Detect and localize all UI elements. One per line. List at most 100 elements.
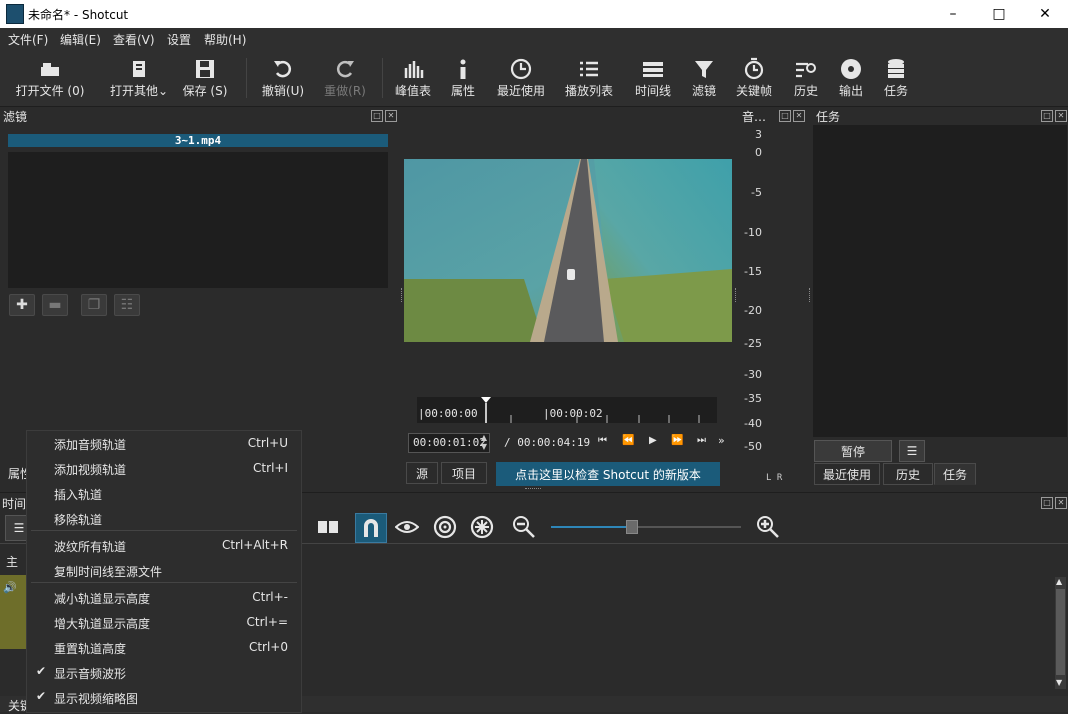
close-icon[interactable]: ✕: [1055, 497, 1067, 509]
stopwatch-icon: [734, 56, 774, 82]
checkmark-icon: ✔: [36, 664, 47, 678]
menu-settings[interactable]: 设置: [167, 31, 191, 48]
pause-jobs-button[interactable]: 暂停: [814, 440, 892, 462]
playlist-button[interactable]: 播放列表: [562, 56, 616, 99]
context-menu-item[interactable]: 增大轨道显示高度 Ctrl+=: [27, 610, 301, 635]
menu-file[interactable]: 文件(F): [8, 31, 48, 48]
ripple-all-toggle[interactable]: [469, 515, 495, 539]
context-menu-item[interactable]: ✔ 显示视频缩略图: [27, 685, 301, 710]
float-icon[interactable]: □: [1041, 497, 1053, 509]
meter-scale-label: -50: [744, 440, 762, 453]
keyframes-button[interactable]: 关键帧: [734, 56, 774, 99]
scroll-down-icon[interactable]: ▼: [1056, 678, 1062, 687]
folder-open-icon: [8, 56, 92, 82]
jobs-menu-icon[interactable]: ☰: [899, 440, 925, 462]
maximize-button[interactable]: □: [976, 0, 1022, 28]
update-notice-button[interactable]: 点击这里以检查 Shotcut 的新版本: [496, 462, 720, 486]
scrollbar-thumb[interactable]: [1056, 589, 1065, 675]
context-menu-item[interactable]: 添加音频轨道 Ctrl+U: [27, 431, 301, 456]
context-menu-shortcut: Ctrl+-: [252, 590, 288, 604]
open-other-button[interactable]: 打开其他⌄: [108, 56, 170, 99]
export-button[interactable]: 输出: [834, 56, 868, 99]
skip-to-start-icon[interactable]: ⏮: [598, 435, 607, 446]
redo-button[interactable]: 重做(R): [320, 56, 370, 99]
audio-track-header[interactable]: 🔊: [0, 575, 26, 649]
timeline-tracks-area[interactable]: [300, 545, 1054, 695]
zoom-out-button[interactable]: [511, 515, 537, 539]
add-filter-button[interactable]: ✚: [9, 294, 35, 316]
skip-to-end-icon[interactable]: ⏭: [697, 435, 706, 446]
zoom-slider-thumb[interactable]: [625, 520, 638, 534]
history-button[interactable]: 历史: [790, 56, 822, 99]
funnel-icon: [688, 56, 720, 82]
close-icon[interactable]: ✕: [1055, 110, 1067, 122]
filters-button[interactable]: 滤镜: [688, 56, 720, 99]
context-menu-item-label: 重置轨道高度: [54, 642, 127, 656]
more-controls-icon[interactable]: »: [718, 434, 725, 447]
context-menu-item-label: 波纹所有轨道: [54, 540, 127, 554]
close-icon[interactable]: ✕: [793, 110, 805, 122]
window-title: 未命名* - Shotcut: [28, 8, 129, 22]
jobs-list[interactable]: [813, 125, 1067, 437]
history-icon: [790, 56, 822, 82]
context-menu-item[interactable]: 添加视频轨道 Ctrl+I: [27, 456, 301, 481]
tab-recent[interactable]: 最近使用: [814, 463, 880, 485]
open-file-button[interactable]: 打开文件 (0): [8, 56, 92, 99]
splitter-handle[interactable]: [525, 488, 541, 491]
properties-button[interactable]: 属性: [446, 56, 480, 99]
ripple-toggle[interactable]: [432, 515, 458, 539]
tab-jobs[interactable]: 任务: [934, 463, 976, 485]
context-menu-item[interactable]: 重置轨道高度 Ctrl+0: [27, 635, 301, 660]
playhead-marker[interactable]: [481, 397, 491, 423]
close-button[interactable]: ✕: [1022, 0, 1068, 28]
peak-meter-icon: [390, 56, 436, 82]
context-menu-item[interactable]: 复制时间线至源文件: [27, 558, 301, 583]
paste-filter-button[interactable]: ☷: [114, 294, 140, 316]
context-menu-item[interactable]: 移除轨道: [27, 506, 301, 531]
zoom-slider[interactable]: [551, 520, 741, 534]
close-icon[interactable]: ✕: [385, 110, 397, 122]
chevron-down-icon: ⌄: [157, 84, 169, 98]
zoom-in-button[interactable]: [755, 515, 781, 539]
copy-filter-button[interactable]: ❐: [81, 294, 107, 316]
fast-forward-icon[interactable]: ⏩: [671, 435, 683, 446]
float-icon[interactable]: □: [371, 110, 383, 122]
timeline-scrollbar[interactable]: ▲ ▼: [1055, 577, 1066, 689]
context-menu-item[interactable]: 插入轨道: [27, 481, 301, 506]
meter-scale-label: -30: [744, 368, 762, 381]
recent-button[interactable]: 最近使用: [494, 56, 548, 99]
remove-filter-button[interactable]: ▬: [42, 294, 68, 316]
tab-project[interactable]: 项目: [441, 462, 487, 484]
menu-separator: [31, 530, 297, 531]
toolbar-separator: [382, 58, 383, 98]
float-icon[interactable]: □: [779, 110, 791, 122]
context-menu-item[interactable]: ✔ 显示音频波形: [27, 660, 301, 685]
spinner-arrows-icon[interactable]: ▲ ▼: [481, 433, 487, 451]
scroll-up-icon[interactable]: ▲: [1056, 577, 1062, 586]
float-icon[interactable]: □: [1041, 110, 1053, 122]
menu-edit[interactable]: 编辑(E): [60, 31, 101, 48]
current-time-field[interactable]: 00:00:01:02 ▲ ▼: [408, 433, 490, 453]
player-ruler[interactable]: |00:00:00 |00:00:02: [417, 397, 717, 423]
menu-view[interactable]: 查看(V): [113, 31, 155, 48]
snap-toggle[interactable]: [355, 513, 387, 543]
play-icon[interactable]: ▶: [649, 435, 657, 446]
timeline-button[interactable]: 时间线: [630, 56, 676, 99]
meter-scale-label: -35: [744, 392, 762, 405]
speaker-icon[interactable]: 🔊: [3, 581, 17, 594]
context-menu-item[interactable]: 减小轨道显示高度 Ctrl+-: [27, 585, 301, 610]
menu-help[interactable]: 帮助(H): [204, 31, 246, 48]
undo-button[interactable]: 撤销(U): [257, 56, 309, 99]
rewind-icon[interactable]: ⏪: [622, 435, 634, 446]
meter-scale-label: -20: [744, 304, 762, 317]
jobs-button[interactable]: 任务: [880, 56, 912, 99]
minimize-button[interactable]: –: [930, 0, 976, 28]
tab-source[interactable]: 源: [406, 462, 438, 484]
tab-history[interactable]: 历史: [883, 463, 933, 485]
filters-list[interactable]: [8, 152, 388, 288]
peak-meter-button[interactable]: 峰值表: [390, 56, 436, 99]
scrub-toggle[interactable]: [394, 515, 420, 539]
context-menu-item[interactable]: 波纹所有轨道 Ctrl+Alt+R: [27, 533, 301, 558]
save-button[interactable]: 保存 (S): [176, 56, 234, 99]
split-button[interactable]: [316, 515, 340, 539]
